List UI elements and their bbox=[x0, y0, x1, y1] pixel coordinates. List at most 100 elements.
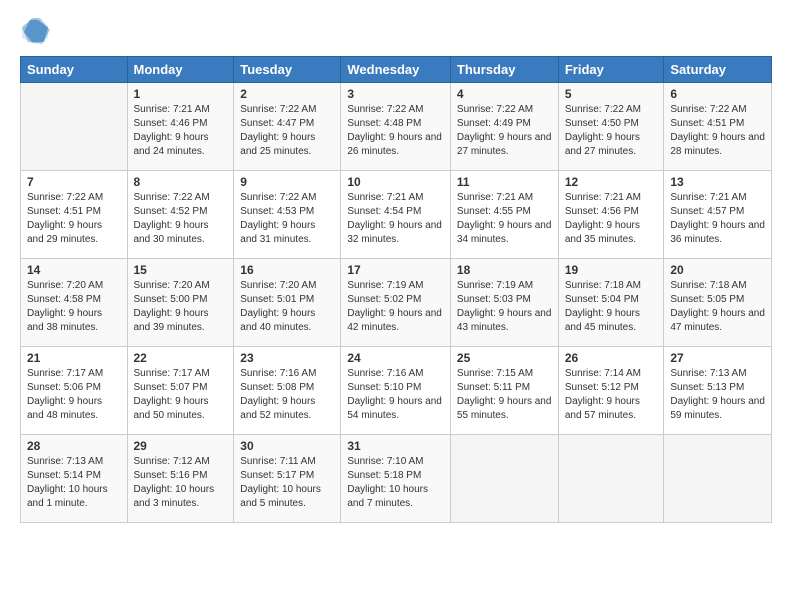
day-number: 25 bbox=[457, 351, 552, 365]
calendar-week-row: 28Sunrise: 7:13 AM Sunset: 5:14 PM Dayli… bbox=[21, 435, 772, 523]
day-info: Sunrise: 7:14 AM Sunset: 5:12 PM Dayligh… bbox=[565, 367, 658, 423]
day-number: 20 bbox=[670, 263, 765, 277]
calendar-cell: 28Sunrise: 7:13 AM Sunset: 5:14 PM Dayli… bbox=[21, 435, 128, 523]
day-number: 2 bbox=[240, 87, 334, 101]
calendar-cell bbox=[558, 435, 664, 523]
day-number: 29 bbox=[134, 439, 228, 453]
calendar-cell: 16 Sunrise: 7:20 AM Sunset: 5:01 PM Dayli… bbox=[234, 259, 341, 347]
day-number: 8 bbox=[134, 175, 228, 189]
calendar-cell: 10 Sunrise: 7:21 AM Sunset: 4:54 PM Dayli… bbox=[341, 171, 451, 259]
calendar-cell: 2 Sunrise: 7:22 AM Sunset: 4:47 PM Daylig… bbox=[234, 83, 341, 171]
calendar-cell: 30 Sunrise: 7:11 AM Sunset: 5:17 PM Dayli… bbox=[234, 435, 341, 523]
page: SundayMondayTuesdayWednesdayThursdayFrid… bbox=[0, 0, 792, 612]
calendar-cell: 15 Sunrise: 7:20 AM Sunset: 5:00 PM Dayli… bbox=[127, 259, 234, 347]
day-number: 15 bbox=[134, 263, 228, 277]
calendar-cell: 12Sunrise: 7:21 AM Sunset: 4:56 PM Dayli… bbox=[558, 171, 664, 259]
logo bbox=[20, 16, 52, 46]
day-info: Sunrise: 7:18 AM Sunset: 5:04 PM Dayligh… bbox=[565, 279, 658, 335]
calendar-header-thursday: Thursday bbox=[450, 57, 558, 83]
calendar-cell: 9Sunrise: 7:22 AM Sunset: 4:53 PM Daylig… bbox=[234, 171, 341, 259]
day-number: 23 bbox=[240, 351, 334, 365]
calendar-header-sunday: Sunday bbox=[21, 57, 128, 83]
day-info: Sunrise: 7:20 AM Sunset: 5:00 PM Dayligh… bbox=[134, 279, 228, 335]
day-info: Sunrise: 7:13 AM Sunset: 5:13 PM Dayligh… bbox=[670, 367, 765, 423]
day-number: 19 bbox=[565, 263, 658, 277]
calendar-header-tuesday: Tuesday bbox=[234, 57, 341, 83]
day-number: 17 bbox=[347, 263, 444, 277]
day-info: Sunrise: 7:17 AM Sunset: 5:07 PM Dayligh… bbox=[134, 367, 228, 423]
calendar-cell: 29 Sunrise: 7:12 AM Sunset: 5:16 PM Dayli… bbox=[127, 435, 234, 523]
calendar-header-friday: Friday bbox=[558, 57, 664, 83]
calendar-cell: 1 Sunrise: 7:21 AM Sunset: 4:46 PM Daylig… bbox=[127, 83, 234, 171]
day-number: 30 bbox=[240, 439, 334, 453]
calendar-cell: 31 Sunrise: 7:10 AM Sunset: 5:18 PM Dayli… bbox=[341, 435, 451, 523]
day-number: 7 bbox=[27, 175, 121, 189]
calendar-header-row: SundayMondayTuesdayWednesdayThursdayFrid… bbox=[21, 57, 772, 83]
day-info: Sunrise: 7:20 AM Sunset: 5:01 PM Dayligh… bbox=[240, 279, 334, 335]
calendar-cell: 23 Sunrise: 7:16 AM Sunset: 5:08 PM Dayli… bbox=[234, 347, 341, 435]
calendar-cell bbox=[450, 435, 558, 523]
day-number: 24 bbox=[347, 351, 444, 365]
day-info: Sunrise: 7:19 AM Sunset: 5:02 PM Dayligh… bbox=[347, 279, 444, 335]
day-info: Sunrise: 7:22 AM Sunset: 4:51 PM Dayligh… bbox=[670, 103, 765, 159]
day-number: 14 bbox=[27, 263, 121, 277]
day-info: Sunrise: 7:17 AM Sunset: 5:06 PM Dayligh… bbox=[27, 367, 121, 423]
day-info: Sunrise: 7:13 AM Sunset: 5:14 PM Dayligh… bbox=[27, 455, 121, 511]
day-info: Sunrise: 7:21 AM Sunset: 4:57 PM Dayligh… bbox=[670, 191, 765, 247]
calendar-cell: 27 Sunrise: 7:13 AM Sunset: 5:13 PM Dayli… bbox=[664, 347, 772, 435]
calendar-cell: 7 Sunrise: 7:22 AM Sunset: 4:51 PM Daylig… bbox=[21, 171, 128, 259]
day-number: 11 bbox=[457, 175, 552, 189]
day-number: 27 bbox=[670, 351, 765, 365]
day-number: 5 bbox=[565, 87, 658, 101]
calendar-cell: 21 Sunrise: 7:17 AM Sunset: 5:06 PM Dayli… bbox=[21, 347, 128, 435]
calendar-week-row: 7 Sunrise: 7:22 AM Sunset: 4:51 PM Daylig… bbox=[21, 171, 772, 259]
calendar-cell: 25Sunrise: 7:15 AM Sunset: 5:11 PM Dayli… bbox=[450, 347, 558, 435]
day-number: 12 bbox=[565, 175, 658, 189]
day-number: 1 bbox=[134, 87, 228, 101]
calendar-cell: 4Sunrise: 7:22 AM Sunset: 4:49 PM Daylig… bbox=[450, 83, 558, 171]
day-info: Sunrise: 7:20 AM Sunset: 4:58 PM Dayligh… bbox=[27, 279, 121, 335]
calendar-header-monday: Monday bbox=[127, 57, 234, 83]
day-info: Sunrise: 7:16 AM Sunset: 5:08 PM Dayligh… bbox=[240, 367, 334, 423]
day-number: 13 bbox=[670, 175, 765, 189]
day-number: 6 bbox=[670, 87, 765, 101]
day-info: Sunrise: 7:16 AM Sunset: 5:10 PM Dayligh… bbox=[347, 367, 444, 423]
day-info: Sunrise: 7:22 AM Sunset: 4:50 PM Dayligh… bbox=[565, 103, 658, 159]
calendar-cell: 19 Sunrise: 7:18 AM Sunset: 5:04 PM Dayli… bbox=[558, 259, 664, 347]
calendar-cell: 13 Sunrise: 7:21 AM Sunset: 4:57 PM Dayli… bbox=[664, 171, 772, 259]
calendar-cell: 3 Sunrise: 7:22 AM Sunset: 4:48 PM Daylig… bbox=[341, 83, 451, 171]
calendar-cell: 22 Sunrise: 7:17 AM Sunset: 5:07 PM Dayli… bbox=[127, 347, 234, 435]
day-info: Sunrise: 7:19 AM Sunset: 5:03 PM Dayligh… bbox=[457, 279, 552, 335]
day-number: 10 bbox=[347, 175, 444, 189]
calendar-cell bbox=[21, 83, 128, 171]
calendar-cell bbox=[664, 435, 772, 523]
calendar-week-row: 21 Sunrise: 7:17 AM Sunset: 5:06 PM Dayli… bbox=[21, 347, 772, 435]
day-info: Sunrise: 7:22 AM Sunset: 4:48 PM Dayligh… bbox=[347, 103, 444, 159]
day-number: 16 bbox=[240, 263, 334, 277]
day-number: 31 bbox=[347, 439, 444, 453]
day-info: Sunrise: 7:21 AM Sunset: 4:46 PM Dayligh… bbox=[134, 103, 228, 159]
calendar-cell: 20 Sunrise: 7:18 AM Sunset: 5:05 PM Dayli… bbox=[664, 259, 772, 347]
calendar-cell: 14 Sunrise: 7:20 AM Sunset: 4:58 PM Dayli… bbox=[21, 259, 128, 347]
day-info: Sunrise: 7:21 AM Sunset: 4:54 PM Dayligh… bbox=[347, 191, 444, 247]
day-number: 4 bbox=[457, 87, 552, 101]
day-number: 18 bbox=[457, 263, 552, 277]
day-number: 3 bbox=[347, 87, 444, 101]
day-number: 26 bbox=[565, 351, 658, 365]
day-info: Sunrise: 7:22 AM Sunset: 4:47 PM Dayligh… bbox=[240, 103, 334, 159]
day-info: Sunrise: 7:22 AM Sunset: 4:52 PM Dayligh… bbox=[134, 191, 228, 247]
day-info: Sunrise: 7:18 AM Sunset: 5:05 PM Dayligh… bbox=[670, 279, 765, 335]
day-info: Sunrise: 7:12 AM Sunset: 5:16 PM Dayligh… bbox=[134, 455, 228, 511]
calendar-week-row: 1 Sunrise: 7:21 AM Sunset: 4:46 PM Daylig… bbox=[21, 83, 772, 171]
day-number: 21 bbox=[27, 351, 121, 365]
day-info: Sunrise: 7:22 AM Sunset: 4:51 PM Dayligh… bbox=[27, 191, 121, 247]
calendar-cell: 18 Sunrise: 7:19 AM Sunset: 5:03 PM Dayli… bbox=[450, 259, 558, 347]
day-info: Sunrise: 7:22 AM Sunset: 4:53 PM Dayligh… bbox=[240, 191, 334, 247]
day-info: Sunrise: 7:11 AM Sunset: 5:17 PM Dayligh… bbox=[240, 455, 334, 511]
day-info: Sunrise: 7:10 AM Sunset: 5:18 PM Dayligh… bbox=[347, 455, 444, 511]
calendar-cell: 6 Sunrise: 7:22 AM Sunset: 4:51 PM Daylig… bbox=[664, 83, 772, 171]
header bbox=[20, 16, 772, 46]
calendar-week-row: 14 Sunrise: 7:20 AM Sunset: 4:58 PM Dayli… bbox=[21, 259, 772, 347]
day-number: 22 bbox=[134, 351, 228, 365]
calendar-header-saturday: Saturday bbox=[664, 57, 772, 83]
